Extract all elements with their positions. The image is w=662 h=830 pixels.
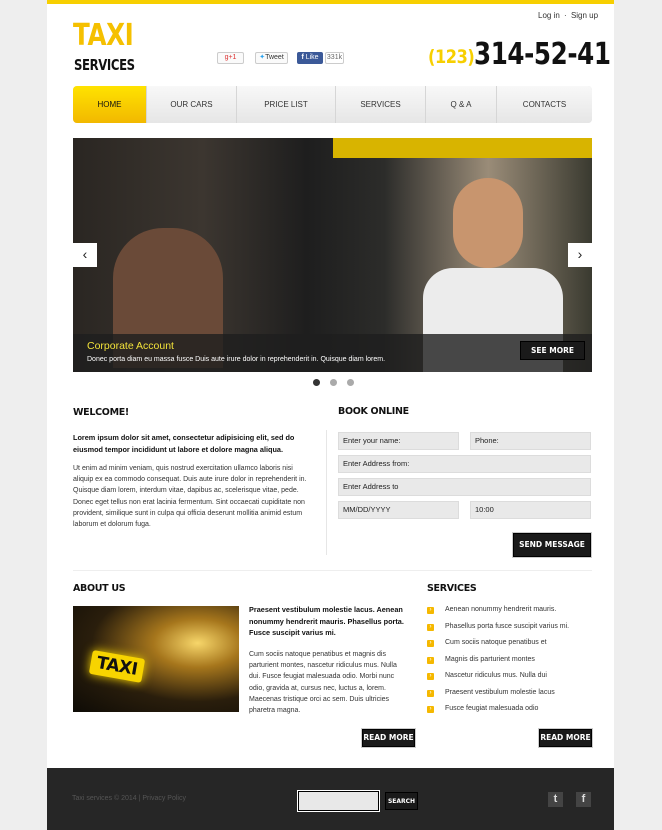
hero-slider: Corporate Account Donec porta diam eu ma… [73,138,592,372]
slide-caption: Corporate Account Donec porta diam eu ma… [73,334,592,372]
signup-link[interactable]: Sign up [571,11,598,20]
bullet-arrow-icon: › [427,607,434,614]
about-lead: Praesent vestibulum molestie lacus. Aene… [249,605,404,637]
slider-dot-1[interactable] [313,379,320,386]
nav-home[interactable]: HOME [73,86,147,123]
phone-number: 314-52-41 [474,37,611,72]
bullet-arrow-icon: › [427,673,434,680]
bullet-arrow-icon: › [427,706,434,713]
see-more-button[interactable]: SEE MORE [520,341,585,360]
auth-links: Log in · Sign up [538,11,598,20]
nav-price-list[interactable]: PRICE LIST [237,86,336,123]
name-input[interactable]: Enter your name: [338,432,459,450]
address-to-input[interactable]: Enter Address to [338,478,591,496]
phone-input[interactable]: Phone: [470,432,591,450]
bullet-arrow-icon: › [427,689,434,697]
taxi-roof [333,138,592,158]
slider-dot-2[interactable] [330,379,337,386]
welcome-lead: Lorem ipsum dolor sit amet, consectetur … [73,433,295,454]
service-item[interactable]: Nascetur ridiculus mus. Nulla dui [445,672,547,679]
service-item[interactable]: Cum sociis natoque penatibus et [445,639,547,646]
like-label: Like [305,54,319,61]
slide-text: Donec porta diam eu massa fusce Duis aut… [87,356,386,363]
service-item[interactable]: Aenean nonummy hendrerit mauris. [445,606,556,613]
taxi-sign: TAXI [88,650,146,683]
services-heading: SERVICES [427,583,477,594]
logo-services: SERVICES [74,56,135,74]
tweet-label: Tweet [265,54,284,61]
send-message-button[interactable]: SEND MESSAGE [513,533,591,557]
login-link[interactable]: Log in [538,11,560,20]
about-body: Cum sociis natoque penatibus et magnis d… [249,651,397,715]
slider-dot-3[interactable] [347,379,354,386]
taxi-sign-image: TAXI [73,606,239,712]
service-item[interactable]: Magnis dis parturient montes [445,656,535,663]
gplus-button[interactable]: g+1 [217,52,244,64]
top-accent-bar [47,0,614,4]
time-input[interactable]: 10:00 [470,501,591,519]
address-from-input[interactable]: Enter Address from: [338,455,591,473]
footer-search-input[interactable] [297,790,380,812]
nav-qa[interactable]: Q & A [426,86,497,123]
service-item[interactable]: Fusce feugiat malesuada odio [445,705,538,712]
logo[interactable]: TAXI SERVICES [73,20,143,76]
service-item[interactable]: Praesent vestibulum molestie lacus [445,689,555,696]
nav-our-cars[interactable]: OUR CARS [147,86,237,123]
service-item[interactable]: Phasellus porta fusce suscipit varius mi… [445,623,569,630]
section-divider [73,570,592,571]
bullet-arrow-icon: › [427,640,434,647]
logo-taxi: TAXI [73,18,134,53]
services-read-more-button[interactable]: READ MORE [539,729,592,747]
footer-search-button[interactable]: SEARCH [385,792,418,810]
date-input[interactable]: MM/DD/YYYY [338,501,459,519]
phone-code: (123) [428,46,475,68]
divider [326,430,327,555]
facebook-icon[interactable]: f [576,792,591,807]
like-count: 331k [325,52,344,64]
passenger-figure [453,178,523,268]
slider-next-arrow-icon[interactable]: › [568,243,592,267]
slider-prev-arrow-icon[interactable]: ‹ [73,243,97,267]
separator: · [564,11,567,20]
twitter-icon[interactable]: t [548,792,563,807]
nav-contacts[interactable]: CONTACTS [497,86,592,123]
slide-title: Corporate Account [87,340,174,352]
book-online-heading: BOOK ONLINE [338,406,409,417]
bullet-arrow-icon: › [427,623,434,631]
bullet-arrow-icon: › [427,656,434,664]
facebook-like-button[interactable]: f Like [297,52,323,64]
footer-copyright[interactable]: Taxi services © 2014 | Privacy Policy [72,795,186,802]
tweet-button[interactable]: ✦Tweet [255,52,288,64]
nav-services[interactable]: SERVICES [336,86,426,123]
about-read-more-button[interactable]: READ MORE [362,729,415,747]
welcome-body: Ut enim ad minim veniam, quis nostrud ex… [73,465,307,529]
about-heading: ABOUT US [73,583,126,594]
welcome-heading: WELCOME! [73,407,129,418]
